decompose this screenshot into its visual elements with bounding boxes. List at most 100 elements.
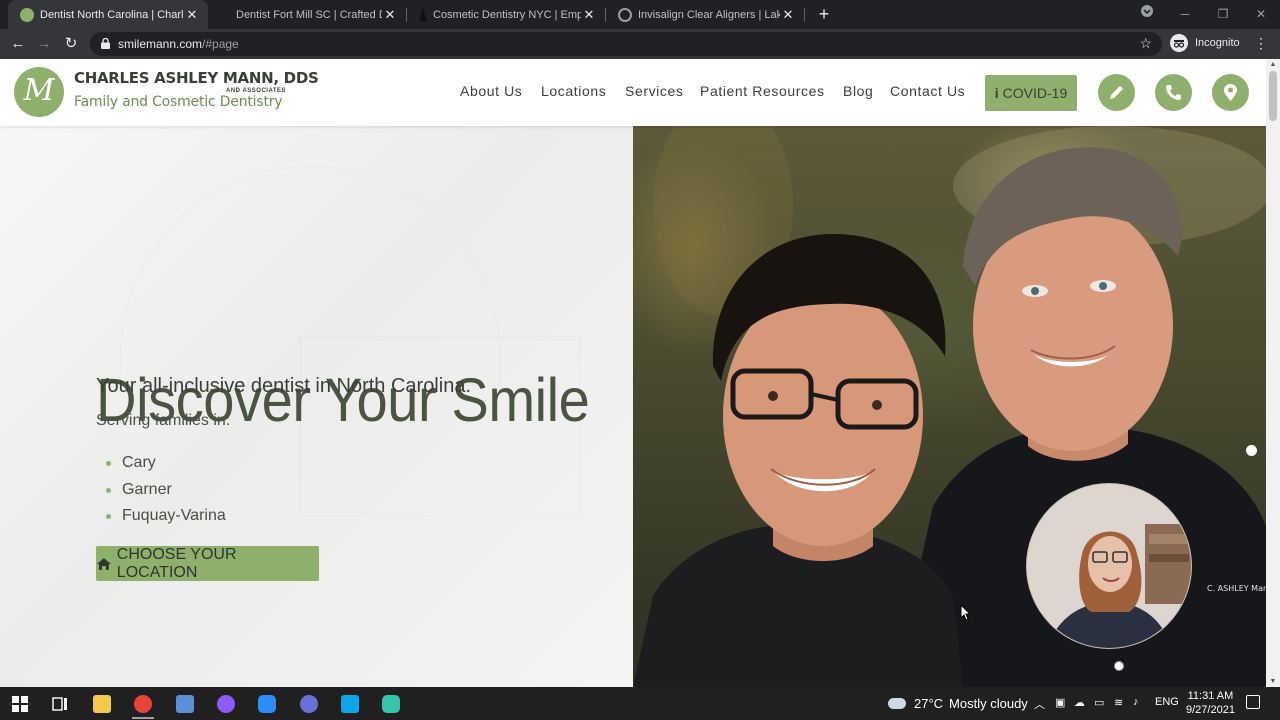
webcam-person-image [1027,484,1191,648]
weather-temperature: 27°C [914,696,944,711]
close-tab-icon[interactable]: ✕ [581,7,597,23]
url-text: smilemann.com/#page [118,37,239,51]
serving-label: Serving families in: [96,412,231,429]
task-view-icon[interactable] [52,696,68,712]
tab-title: Cosmetic Dentistry NYC | Empire [433,8,581,21]
info-icon: i [994,85,999,101]
incognito-indicator[interactable]: Incognito [1170,34,1240,52]
volume-icon[interactable]: ♪ [1133,696,1139,708]
choose-location-button[interactable]: CHOOSE YOUR LOCATION [96,546,319,581]
windows-taskbar: 27°C Mostly cloudy ︿ ▣ ☁ ▭ ≋ ♪ ENG 11:31… [0,687,1280,720]
city-list-item: Fuquay-Varina [106,507,226,525]
tab-search-icon[interactable] [1128,0,1166,29]
city-name: Cary [122,454,156,471]
hero-subtitle: Your all-inclusive dentist in North Caro… [96,375,471,397]
close-window-icon[interactable]: ✕ [1242,0,1280,29]
scrollbar-thumb[interactable] [1269,71,1277,121]
clock-time: 11:31 AM [1187,690,1234,702]
scroll-down-arrow-icon[interactable]: ▼ [1266,678,1280,685]
skype-icon[interactable] [341,695,359,713]
weather-description: Mostly cloudy [949,696,1028,711]
close-tab-icon[interactable]: ✕ [780,7,796,23]
nav-services[interactable]: Services [625,83,683,99]
meet-now-icon[interactable]: ▣ [1055,696,1065,709]
home-icon [96,557,111,570]
incognito-icon [1170,34,1188,52]
cloudy-weather-icon [888,698,906,709]
bullet [106,460,111,466]
podcast-app-icon[interactable] [217,695,235,713]
input-language[interactable]: ENG [1155,696,1179,708]
scroll-up-arrow-icon[interactable]: ▲ [1266,61,1280,68]
address-bar[interactable]: smilemann.com/#page ☆ [90,32,1162,56]
system-clock[interactable]: 11:31 AM 9/27/2021 [1186,689,1235,717]
invisalign-favicon-icon [618,7,632,22]
pencil-icon [1110,86,1123,99]
slider-dot[interactable] [1246,445,1257,456]
browser-tab-bar: Dentist North Carolina | Charles A ✕ Den… [0,0,1280,29]
notifications-icon[interactable] [1246,695,1260,709]
slack-icon[interactable] [382,695,400,713]
new-tab-button[interactable]: + [814,4,834,24]
wifi-icon[interactable]: ≋ [1114,696,1123,709]
choose-location-label: CHOOSE YOUR LOCATION [116,545,237,581]
active-app-indicator [132,717,154,719]
browser-menu-icon[interactable]: ⋮ [1254,35,1268,52]
page-scrollbar[interactable]: ▲ ▼ [1266,59,1280,687]
url-host: smilemann.com [118,37,203,51]
back-icon[interactable]: ← [8,34,28,54]
close-tab-icon[interactable]: ✕ [184,7,200,23]
directions-button[interactable] [1212,74,1249,111]
shirt-logo-text: C. ASHLEY Mann [1207,584,1266,593]
bullet [106,487,111,493]
settings-app-icon[interactable] [300,695,318,713]
call-button[interactable] [1155,74,1192,111]
close-tab-icon[interactable]: ✕ [382,7,398,23]
clock-date: 9/27/2021 [1186,704,1235,716]
tab-title: Dentist Fort Mill SC | Crafted Den [236,8,382,21]
minimize-window-icon[interactable]: ─ [1166,0,1204,29]
restore-window-icon[interactable]: ❐ [1204,0,1242,29]
tab-invisalign[interactable]: Invisalign Clear Aligners | Lake Bl ✕ [606,0,804,29]
hero-section: Discover Your Smile Your all-inclusive d… [0,126,633,687]
tab-title: Dentist North Carolina | Charles A [40,8,184,21]
onedrive-cloud-icon[interactable]: ☁ [1074,696,1085,709]
slider-dot[interactable] [1114,661,1124,671]
site-header: M CHARLES ASHLEY MANN, DDS AND ASSOCIATE… [0,59,1266,126]
nav-about-us[interactable]: About Us [460,83,522,99]
logo-tagline[interactable]: Family and Cosmetic Dentistry [74,94,283,110]
show-hidden-icons-chevron-icon[interactable]: ︿ [1034,696,1045,712]
site-favicon-icon [20,7,34,22]
tab-dentist-north-carolina[interactable]: Dentist North Carolina | Charles A ✕ [8,0,208,29]
covid-19-button[interactable]: i COVID-19 [985,75,1077,111]
weather-widget[interactable]: 27°C Mostly cloudy [888,696,1028,711]
chrome-icon[interactable] [134,695,152,713]
incognito-label: Incognito [1195,37,1240,49]
phone-icon [1166,85,1181,100]
reload-icon[interactable]: ↻ [61,34,81,54]
tab-separator [804,8,805,22]
file-explorer-icon[interactable] [93,695,111,713]
bullet [106,513,111,519]
city-list-item: Cary [106,454,156,472]
nav-patient-resources[interactable]: Patient Resources [700,83,825,99]
nav-contact-us[interactable]: Contact Us [890,83,965,99]
tab-title: Invisalign Clear Aligners | Lake Bl [638,8,780,21]
nav-blog[interactable]: Blog [843,83,873,99]
url-path: /#page [202,37,239,51]
bookmark-star-icon[interactable]: ☆ [1139,35,1152,52]
battery-icon[interactable]: ▭ [1094,696,1104,709]
tab-cosmetic-nyc[interactable]: Cosmetic Dentistry NYC | Empire ✕ [407,0,605,29]
request-appointment-button[interactable] [1098,74,1135,111]
notepad-icon[interactable] [176,695,194,713]
forward-icon[interactable]: → [34,34,54,54]
logo-practice-name[interactable]: CHARLES ASHLEY MANN, DDS [74,69,319,87]
zoom-icon[interactable] [258,695,276,713]
windows-start-icon[interactable] [12,696,28,712]
map-pin-icon [1224,84,1237,101]
city-list-item: Garner [106,481,172,499]
nav-locations[interactable]: Locations [541,83,606,99]
lock-icon [101,38,110,49]
logo-monogram[interactable]: M [14,67,64,117]
tab-fort-mill[interactable]: Dentist Fort Mill SC | Crafted Den ✕ [208,0,406,29]
